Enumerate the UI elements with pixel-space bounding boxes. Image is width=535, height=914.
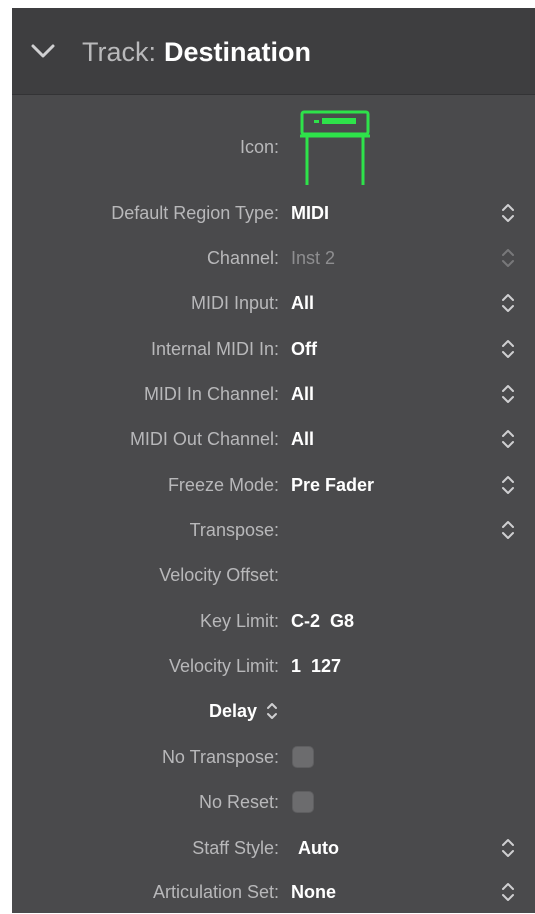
chevron-down-icon[interactable] bbox=[30, 41, 56, 61]
row-value[interactable]: 1 127 bbox=[291, 655, 341, 677]
row-midi-in-channel[interactable]: MIDI In Channel: All bbox=[12, 372, 535, 416]
row-value[interactable]: Off bbox=[291, 338, 317, 360]
row-value[interactable]: None bbox=[291, 881, 336, 903]
row-value[interactable]: All bbox=[291, 428, 314, 450]
up-down-stepper-icon[interactable] bbox=[499, 200, 517, 226]
row-label: Staff Style: bbox=[192, 838, 279, 858]
up-down-stepper-icon[interactable] bbox=[499, 336, 517, 362]
row-label: Key Limit: bbox=[199, 611, 279, 631]
row-value[interactable]: Pre Fader bbox=[291, 474, 374, 496]
row-label: MIDI In Channel: bbox=[143, 384, 279, 404]
up-down-stepper-icon[interactable] bbox=[265, 700, 279, 722]
row-velocity-offset[interactable]: Velocity Offset: bbox=[12, 553, 535, 597]
row-velocity-limit[interactable]: Velocity Limit: 1 127 bbox=[12, 644, 535, 688]
up-down-stepper-icon bbox=[502, 249, 514, 267]
up-down-stepper-icon[interactable] bbox=[499, 879, 517, 905]
row-no-transpose[interactable]: No Transpose: bbox=[12, 735, 535, 779]
delay-label: Delay bbox=[208, 701, 257, 721]
row-delay[interactable]: Delay bbox=[12, 689, 535, 733]
row-value: Inst 2 bbox=[291, 248, 336, 268]
row-midi-input[interactable]: MIDI Input: All bbox=[12, 281, 535, 325]
row-label: No Reset: bbox=[198, 792, 279, 812]
row-label: Articulation Set: bbox=[152, 882, 279, 902]
delay-popup[interactable]: Delay bbox=[209, 700, 279, 722]
row-label: Default Region Type: bbox=[111, 203, 279, 223]
row-staff-style[interactable]: Staff Style: Auto bbox=[12, 826, 535, 870]
row-label: Channel: bbox=[206, 248, 279, 268]
up-down-stepper-icon[interactable] bbox=[499, 290, 517, 316]
row-default-region-type[interactable]: Default Region Type: MIDI bbox=[12, 191, 535, 235]
row-transpose[interactable]: Transpose: bbox=[12, 508, 535, 552]
track-header[interactable]: Track: Destination bbox=[12, 8, 535, 95]
up-down-stepper-icon[interactable] bbox=[499, 472, 517, 498]
row-midi-out-channel[interactable]: MIDI Out Channel: All bbox=[12, 417, 535, 461]
row-label: MIDI Input: bbox=[190, 293, 279, 313]
row-channel: Channel: Inst 2 bbox=[12, 236, 535, 280]
row-key-limit[interactable]: Key Limit: C-2 G8 bbox=[12, 599, 535, 643]
up-down-stepper-icon[interactable] bbox=[499, 426, 517, 452]
row-label: Velocity Offset: bbox=[159, 565, 279, 585]
row-articulation-set[interactable]: Articulation Set: None bbox=[12, 870, 535, 914]
up-down-stepper-icon[interactable] bbox=[499, 517, 517, 543]
row-value[interactable]: C-2 G8 bbox=[291, 610, 354, 632]
row-value[interactable]: MIDI bbox=[291, 202, 329, 224]
track-title-name: Destination bbox=[164, 37, 312, 67]
row-label: MIDI Out Channel: bbox=[129, 429, 279, 449]
icon-label: Icon: bbox=[239, 137, 279, 157]
row-label: Transpose: bbox=[189, 520, 279, 540]
row-label: Velocity Limit: bbox=[168, 656, 279, 676]
row-internal-midi-in[interactable]: Internal MIDI In: Off bbox=[12, 327, 535, 371]
no-transpose-checkbox[interactable] bbox=[292, 746, 314, 768]
up-down-stepper-icon[interactable] bbox=[499, 835, 517, 861]
row-value[interactable]: Auto bbox=[298, 837, 339, 859]
keyboard-stand-icon[interactable] bbox=[296, 109, 374, 187]
row-label: Freeze Mode: bbox=[167, 475, 279, 495]
icon-row: Icon: bbox=[12, 105, 535, 191]
up-down-stepper-icon[interactable] bbox=[499, 381, 517, 407]
track-title: Track: Destination bbox=[82, 37, 311, 67]
row-freeze-mode[interactable]: Freeze Mode: Pre Fader bbox=[12, 463, 535, 507]
row-value[interactable]: All bbox=[291, 383, 314, 405]
no-reset-checkbox[interactable] bbox=[292, 791, 314, 813]
track-inspector-panel: Track: Destination Icon: Default Region T… bbox=[12, 8, 535, 913]
row-value[interactable]: All bbox=[291, 292, 314, 314]
track-title-prefix: Track: bbox=[82, 37, 156, 67]
row-no-reset[interactable]: No Reset: bbox=[12, 780, 535, 824]
row-label: Internal MIDI In: bbox=[150, 339, 279, 359]
row-label: No Transpose: bbox=[161, 747, 279, 767]
